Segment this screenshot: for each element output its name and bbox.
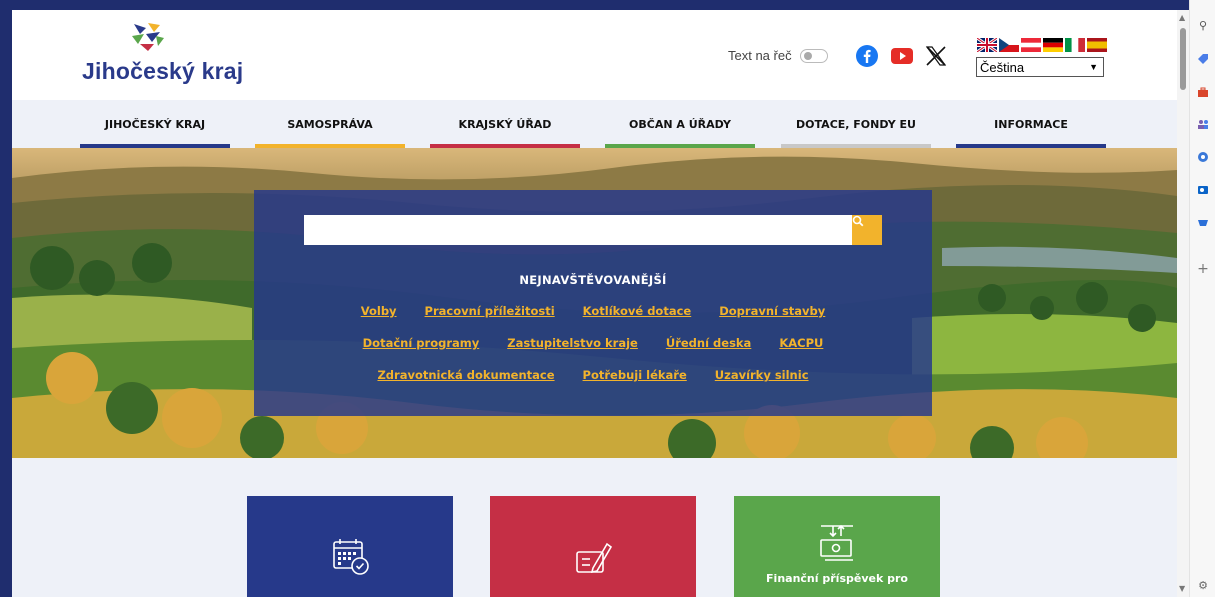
quick-tile-label: Finanční příspěvek pro (766, 572, 908, 585)
popular-link[interactable]: Dotační programy (363, 336, 480, 350)
popular-link[interactable]: Uzavírky silnic (715, 368, 809, 382)
at-flag-icon[interactable] (1021, 38, 1041, 52)
quick-tile-calendar[interactable] (247, 496, 453, 597)
chevron-down-icon: ▼ (1089, 62, 1098, 72)
it-flag-icon[interactable] (1065, 38, 1085, 52)
search-button[interactable] (852, 215, 882, 245)
popular-links-row: Volby Pracovní příležitosti Kotlíkové do… (254, 304, 932, 318)
es-flag-icon[interactable] (1087, 38, 1107, 52)
page-frame: Jihočeský kraj Text na řeč Čeština ▼ JIH… (12, 10, 1177, 597)
logo-text: Jihočeský kraj (82, 58, 244, 84)
popular-links-row: Zdravotnická dokumentace Potřebuji lékař… (254, 368, 932, 382)
nav-label: KRAJSKÝ ÚŘAD (458, 117, 552, 131)
browser-sidebar: ⚲ + ⚙ (1189, 0, 1215, 597)
nav-label: INFORMACE (994, 117, 1068, 131)
search-icon[interactable]: ⚲ (1196, 18, 1210, 32)
quick-tile-financial-contribution[interactable]: Finanční příspěvek pro (734, 496, 940, 597)
nav-item-informace[interactable]: INFORMACE (956, 100, 1106, 148)
add-icon[interactable]: + (1196, 261, 1210, 277)
popular-link[interactable]: Kotlíkové dotace (583, 304, 692, 318)
scroll-up-arrow-icon[interactable]: ▲ (1179, 13, 1185, 22)
text-to-speech[interactable]: Text na řeč (728, 48, 828, 63)
nav-item-jihocesky-kraj[interactable]: JIHOČESKÝ KRAJ (80, 100, 230, 148)
page-scrollbar[interactable]: ▲ ▼ (1177, 10, 1189, 597)
popular-link[interactable]: Zastupitelstvo kraje (507, 336, 638, 350)
quick-access-section: Finanční příspěvek pro (12, 458, 1177, 597)
popular-link[interactable]: KACPU (779, 336, 823, 350)
popular-link[interactable]: Pracovní příležitosti (425, 304, 555, 318)
search-icon (852, 215, 864, 227)
tts-label: Text na řeč (728, 48, 792, 63)
calendar-check-icon (333, 539, 369, 575)
popular-link[interactable]: Úřední deska (666, 336, 751, 350)
shopping-icon[interactable] (1196, 216, 1210, 230)
de-flag-icon[interactable] (1043, 38, 1063, 52)
main-nav: JIHOČESKÝ KRAJ SAMOSPRÁVA KRAJSKÝ ÚŘAD O… (12, 100, 1177, 148)
quick-tile-form[interactable] (490, 496, 696, 597)
gear-icon[interactable]: ⚙ (1196, 578, 1210, 592)
cz-flag-icon[interactable] (999, 38, 1019, 52)
language-flags (977, 38, 1107, 52)
scroll-thumb[interactable] (1180, 28, 1186, 90)
nav-item-obcan-a-urady[interactable]: OBČAN A ÚŘADY (605, 100, 755, 148)
gb-flag-icon[interactable] (977, 38, 997, 52)
facebook-icon[interactable] (855, 44, 879, 68)
scroll-down-arrow-icon[interactable]: ▼ (1179, 584, 1185, 593)
language-selected: Čeština (980, 59, 1025, 75)
nav-label: JIHOČESKÝ KRAJ (104, 117, 206, 131)
nav-item-samosprava[interactable]: SAMOSPRÁVA (255, 100, 405, 148)
x-twitter-icon[interactable] (924, 44, 948, 68)
money-transfer-icon (820, 524, 853, 561)
nav-item-krajsky-urad[interactable]: KRAJSKÝ ÚŘAD (430, 100, 580, 148)
language-select[interactable]: Čeština ▼ (976, 57, 1104, 77)
popular-link[interactable]: Dopravní stavby (719, 304, 825, 318)
tag-icon[interactable] (1196, 52, 1210, 66)
nav-label: SAMOSPRÁVA (287, 117, 373, 131)
outlook-icon[interactable] (1196, 183, 1210, 197)
hero-landscape: NEJNAVŠTĚVOVANĚJŠÍ Volby Pracovní přílež… (12, 148, 1177, 458)
search-panel: NEJNAVŠTĚVOVANĚJŠÍ Volby Pracovní přílež… (254, 190, 932, 416)
nav-label: DOTACE, FONDY EU (796, 117, 916, 131)
form-pen-icon (576, 542, 613, 574)
nav-label: OBČAN A ÚŘADY (629, 117, 731, 131)
popular-link[interactable]: Volby (361, 304, 397, 318)
site-logo[interactable]: Jihočeský kraj (82, 22, 243, 92)
people-icon[interactable] (1196, 117, 1210, 131)
search-input[interactable] (304, 215, 852, 245)
region-logo-icon (132, 23, 164, 51)
nav-item-dotace-fondy-eu[interactable]: DOTACE, FONDY EU (781, 100, 931, 148)
copilot-icon[interactable] (1196, 150, 1210, 164)
popular-links-row: Dotační programy Zastupitelstvo kraje Úř… (254, 336, 932, 350)
site-header: Jihočeský kraj Text na řeč Čeština ▼ (12, 10, 1177, 100)
youtube-icon[interactable] (890, 44, 914, 68)
popular-link[interactable]: Potřebuji lékaře (583, 368, 687, 382)
briefcase-icon[interactable] (1196, 85, 1210, 99)
popular-links-title: NEJNAVŠTĚVOVANĚJŠÍ (519, 273, 667, 287)
popular-link[interactable]: Zdravotnická dokumentace (377, 368, 554, 382)
tts-toggle[interactable] (799, 48, 828, 63)
